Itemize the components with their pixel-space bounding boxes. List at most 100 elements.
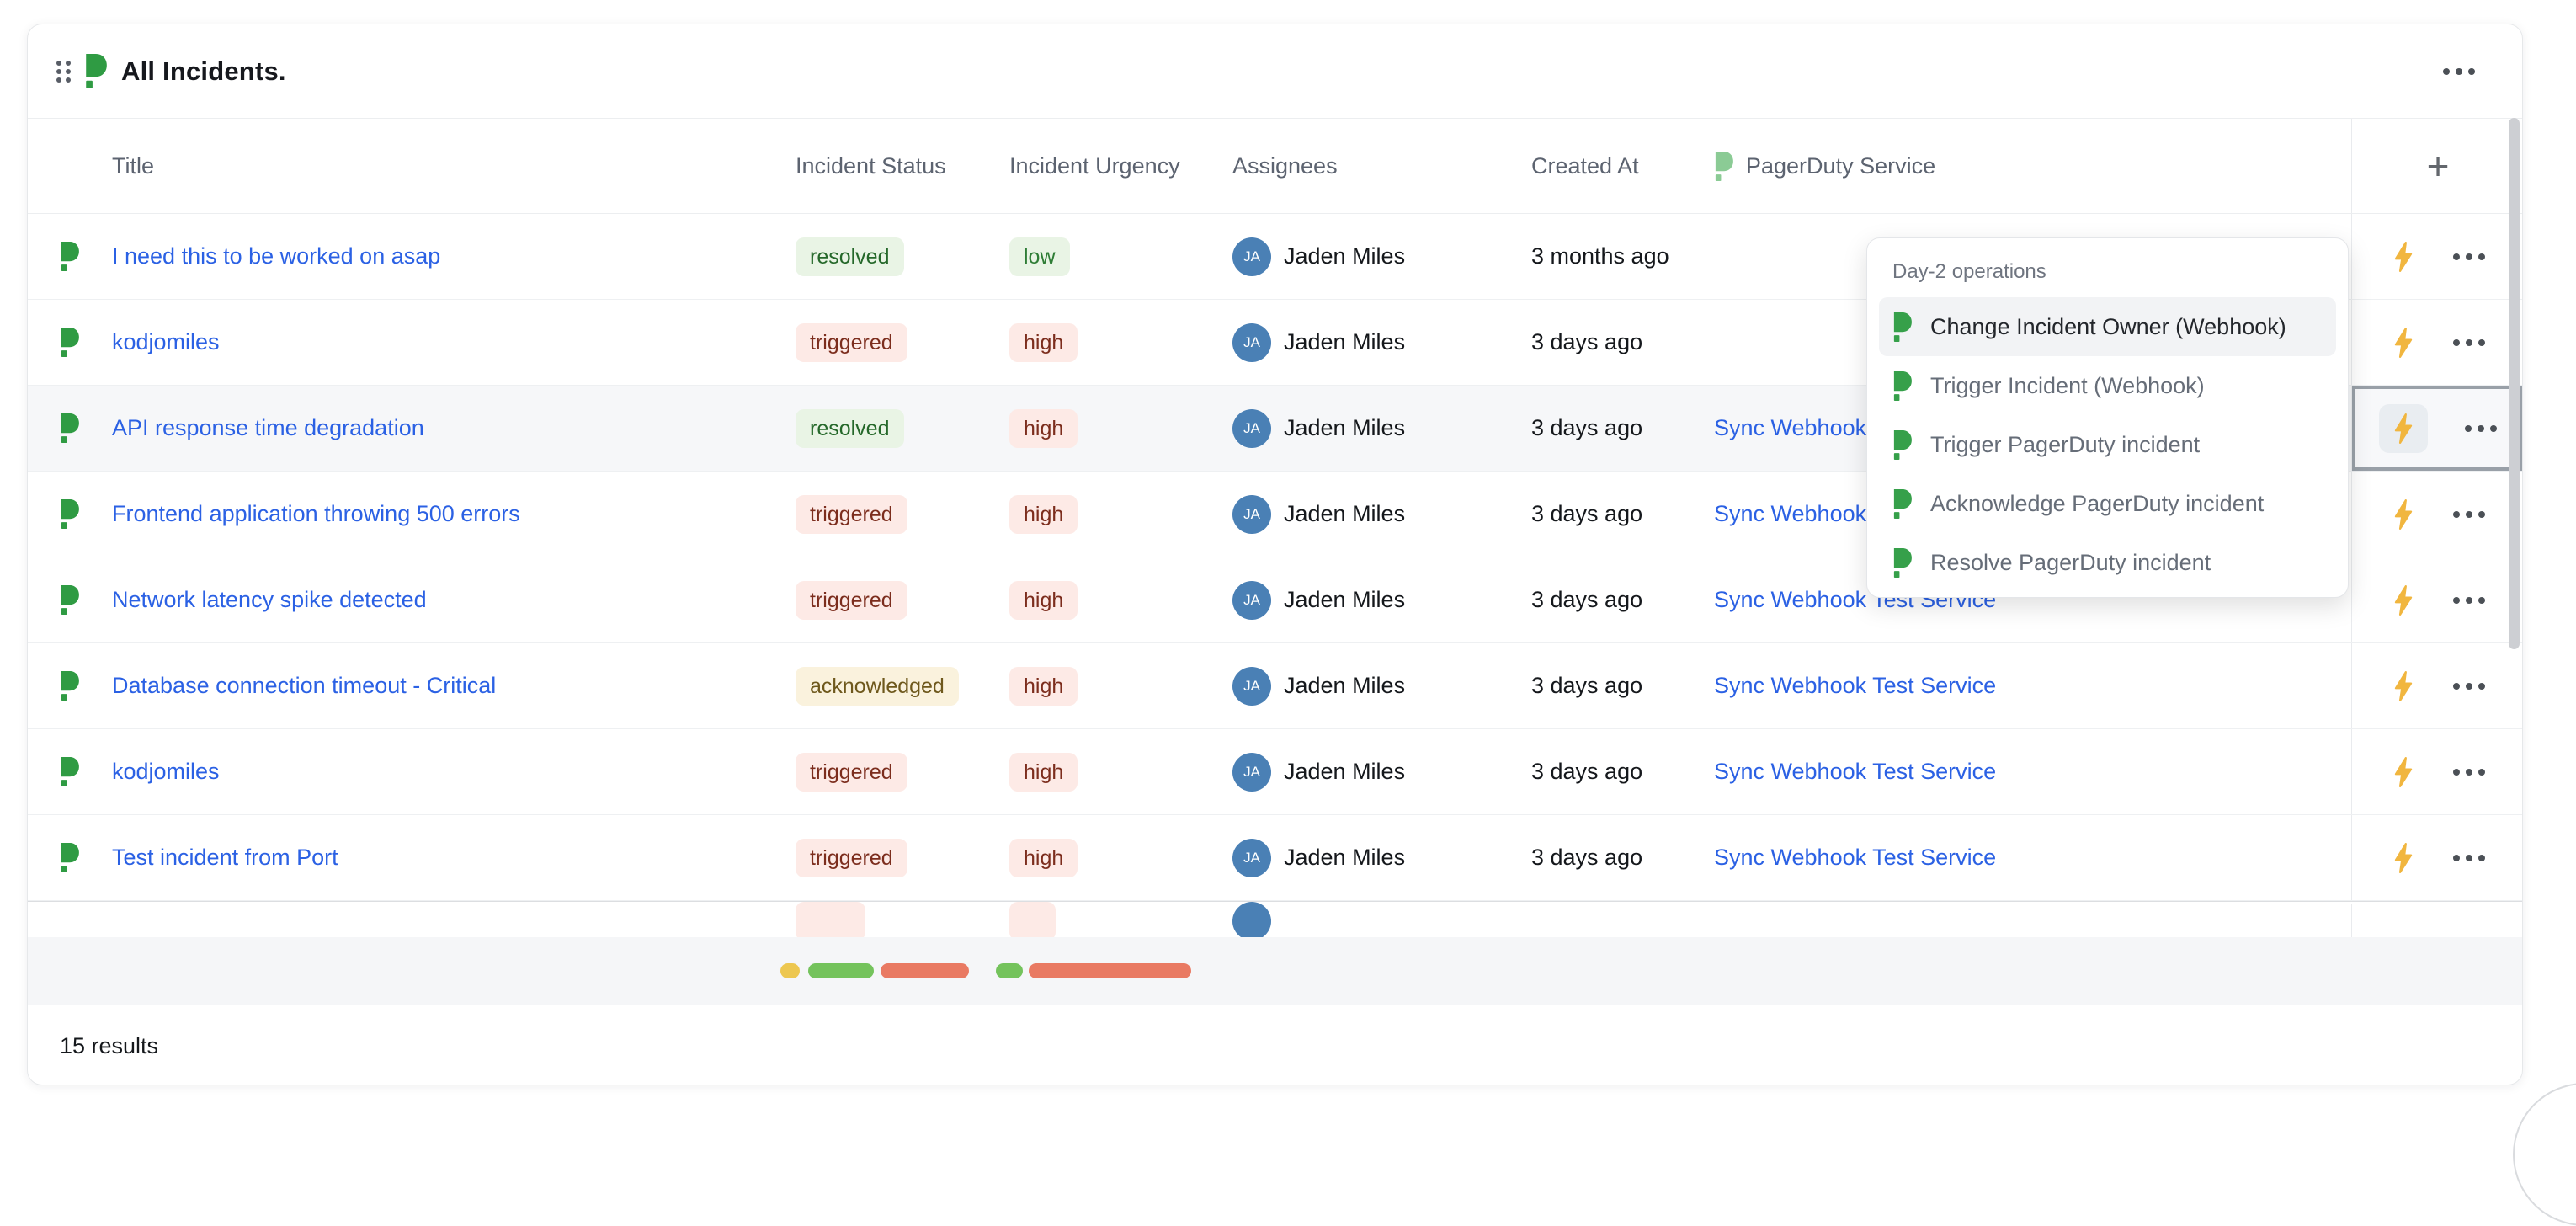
run-action-button[interactable] <box>2391 242 2416 272</box>
status-badge: triggered <box>796 581 907 620</box>
assignee-name: Jaden Miles <box>1284 673 1405 699</box>
incident-title-link[interactable]: kodjomiles <box>112 329 796 355</box>
urgency-badge: high <box>1009 839 1078 877</box>
pagerduty-icon <box>1892 489 1912 519</box>
pagerduty-service-link[interactable]: Sync Webhook Test Service <box>1714 759 2351 785</box>
drag-handle-icon[interactable] <box>56 61 71 83</box>
run-action-button[interactable] <box>2391 585 2416 616</box>
run-action-button[interactable] <box>2391 328 2416 358</box>
urgency-badge: high <box>1009 495 1078 534</box>
row-menu-button[interactable] <box>2453 253 2485 260</box>
table-row: Test incident from Port triggered high J… <box>28 815 2522 901</box>
assignee-name: Jaden Miles <box>1284 415 1405 441</box>
column-title[interactable]: Title <box>112 153 796 179</box>
run-action-button[interactable] <box>2391 499 2416 530</box>
row-menu-button[interactable] <box>2453 855 2485 861</box>
urgency-badge: high <box>1009 581 1078 620</box>
pagerduty-icon <box>1892 430 1912 460</box>
day2-operations-menu: Day-2 operations Change Incident Owner (… <box>1866 237 2349 598</box>
status-badge <box>796 902 865 937</box>
pagerduty-icon <box>1714 152 1733 181</box>
pagerduty-icon <box>60 757 79 786</box>
status-badge: triggered <box>796 495 907 534</box>
table-footer: 15 results <box>28 1005 2522 1085</box>
run-action-button[interactable] <box>2391 843 2416 873</box>
run-action-button[interactable] <box>2379 404 2428 453</box>
status-badge: resolved <box>796 237 904 276</box>
menu-item-change-incident-owner[interactable]: Change Incident Owner (Webhook) <box>1879 297 2336 356</box>
incident-title-link[interactable]: Test incident from Port <box>112 845 796 871</box>
assignee-name: Jaden Miles <box>1284 329 1405 355</box>
column-summary-band <box>28 937 2522 1005</box>
status-badge: triggered <box>796 753 907 792</box>
incident-title-link[interactable]: Network latency spike detected <box>112 587 796 613</box>
results-count: 15 results <box>60 1033 158 1059</box>
menu-item-acknowledge-pagerduty-incident[interactable]: Acknowledge PagerDuty incident <box>1879 474 2336 533</box>
row-menu-button[interactable] <box>2465 425 2497 432</box>
status-badge: triggered <box>796 839 907 877</box>
column-incident-urgency[interactable]: Incident Urgency <box>1009 153 1232 179</box>
column-assignees[interactable]: Assignees <box>1232 153 1531 179</box>
vertical-scrollbar[interactable] <box>2509 118 2520 649</box>
avatar: JA <box>1232 839 1271 877</box>
urgency-badge: high <box>1009 323 1078 362</box>
pagerduty-service-link[interactable]: Sync Webhook Test Service <box>1714 673 2351 699</box>
widget-header: All Incidents. <box>28 24 2522 119</box>
menu-item-label: Acknowledge PagerDuty incident <box>1930 491 2264 517</box>
pagerduty-icon <box>1892 312 1912 342</box>
row-menu-button[interactable] <box>2453 769 2485 776</box>
table-row: kodjomiles triggered high JAJaden Miles … <box>28 729 2522 815</box>
created-at-value: 3 days ago <box>1531 587 1714 613</box>
row-menu-button[interactable] <box>2453 597 2485 604</box>
assignee-name: Jaden Miles <box>1284 243 1405 269</box>
column-pagerduty-service[interactable]: PagerDuty Service <box>1746 153 1935 179</box>
table-row-partial <box>28 901 2522 937</box>
urgency-badge: high <box>1009 667 1078 706</box>
incident-title-link[interactable]: Database connection timeout - Critical <box>112 673 796 699</box>
created-at-value: 3 days ago <box>1531 673 1714 699</box>
status-badge: triggered <box>796 323 907 362</box>
status-badge: acknowledged <box>796 667 959 706</box>
assignee-name: Jaden Miles <box>1284 845 1405 871</box>
table-row: Database connection timeout - Critical a… <box>28 643 2522 729</box>
created-at-value: 3 days ago <box>1531 759 1714 785</box>
row-menu-button[interactable] <box>2453 683 2485 690</box>
row-menu-button[interactable] <box>2453 511 2485 518</box>
pagerduty-icon <box>60 499 79 529</box>
pagerduty-icon <box>60 413 79 443</box>
run-action-button[interactable] <box>2391 757 2416 787</box>
menu-item-label: Change Incident Owner (Webhook) <box>1930 314 2286 340</box>
assignee-name: Jaden Miles <box>1284 759 1405 785</box>
status-summary-bar-triggered <box>881 963 969 978</box>
add-column-button[interactable]: + <box>2427 147 2450 185</box>
urgency-badge <box>1009 902 1056 937</box>
column-incident-status[interactable]: Incident Status <box>796 153 1009 179</box>
actions-cell-selected <box>2351 386 2523 471</box>
incident-title-link[interactable]: API response time degradation <box>112 415 796 441</box>
avatar: JA <box>1232 495 1271 534</box>
menu-item-trigger-pagerduty-incident[interactable]: Trigger PagerDuty incident <box>1879 415 2336 474</box>
urgency-summary-bar-low <box>996 963 1023 978</box>
incident-title-link[interactable]: Frontend application throwing 500 errors <box>112 501 796 527</box>
urgency-badge: high <box>1009 409 1078 448</box>
assignee-name: Jaden Miles <box>1284 501 1405 527</box>
menu-item-trigger-incident[interactable]: Trigger Incident (Webhook) <box>1879 356 2336 415</box>
incident-title-link[interactable]: kodjomiles <box>112 759 796 785</box>
run-action-button[interactable] <box>2391 671 2416 701</box>
pagerduty-service-link[interactable]: Sync Webhook Test Service <box>1714 845 2351 871</box>
menu-item-label: Trigger Incident (Webhook) <box>1930 373 2205 399</box>
row-menu-button[interactable] <box>2453 339 2485 346</box>
created-at-value: 3 days ago <box>1531 329 1714 355</box>
status-badge: resolved <box>796 409 904 448</box>
pagerduty-icon <box>1892 371 1912 401</box>
table-header: Title Incident Status Incident Urgency A… <box>28 119 2522 214</box>
assignee-name: Jaden Miles <box>1284 587 1405 613</box>
menu-item-resolve-pagerduty-incident[interactable]: Resolve PagerDuty incident <box>1879 533 2336 592</box>
page-title: All Incidents. <box>121 56 286 87</box>
menu-item-label: Trigger PagerDuty incident <box>1930 432 2200 458</box>
pagerduty-icon <box>60 671 79 701</box>
widget-menu-button[interactable] <box>2443 68 2475 75</box>
menu-item-label: Resolve PagerDuty incident <box>1930 550 2211 576</box>
incident-title-link[interactable]: I need this to be worked on asap <box>112 243 796 269</box>
column-created-at[interactable]: Created At <box>1531 153 1714 179</box>
